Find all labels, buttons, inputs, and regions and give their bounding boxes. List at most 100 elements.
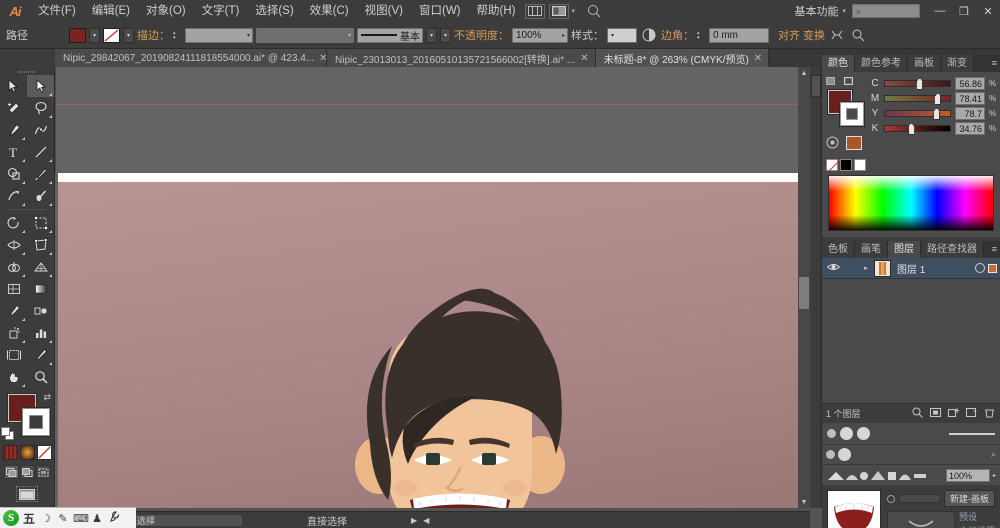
delete-layer-icon[interactable] <box>983 407 996 421</box>
panel-tab-layers[interactable]: 图层 <box>888 241 921 258</box>
draw-inside-button[interactable] <box>35 465 51 479</box>
preset-name-field[interactable] <box>899 494 940 503</box>
eyedropper-flyout-icon[interactable] <box>22 318 25 321</box>
stroke-profile-select[interactable]: ▾ <box>256 27 354 43</box>
brush-dot-1[interactable] <box>826 450 835 459</box>
preset-link[interactable]: 预设 <box>959 510 995 523</box>
shaper-flyout-icon[interactable] <box>22 203 25 206</box>
lasso-flyout-icon[interactable] <box>49 115 52 118</box>
slice-flyout-icon[interactable] <box>49 362 52 365</box>
symbol-preview-strip[interactable]: 100% ▸ <box>822 465 1000 485</box>
menu-view[interactable]: 视图(V) <box>357 0 411 22</box>
symbol-swatch-3[interactable] <box>857 427 870 440</box>
layer-expand-arrow-icon[interactable]: ▸ <box>861 264 871 272</box>
smile-artwork-thumbnail[interactable] <box>827 490 881 528</box>
column-graph-tool[interactable] <box>27 322 54 344</box>
ime-settings-icon[interactable] <box>107 511 121 525</box>
layer-selection-square-icon[interactable] <box>988 263 997 273</box>
color-panel-menu-icon[interactable]: ≡ <box>992 58 997 68</box>
sogou-logo-icon[interactable]: S <box>3 510 19 526</box>
panel-tab-color-guide[interactable]: 颜色参考 <box>855 55 908 72</box>
window-close-button[interactable]: ✕ <box>976 0 1000 22</box>
slider-value-y[interactable]: 78.7 <box>955 107 985 120</box>
panel-tab-brushes[interactable]: 画笔 <box>855 241 888 258</box>
opacity-chevron-icon[interactable]: ▸ <box>562 32 565 39</box>
symbol-zoom-chevron-icon[interactable]: ▸ <box>993 472 996 479</box>
swap-fill-stroke-icon[interactable]: ⇄ <box>43 392 51 403</box>
change-screen-mode-icon[interactable] <box>16 486 38 502</box>
stock-search-icon[interactable] <box>583 2 605 20</box>
rectangle-flyout-icon[interactable] <box>22 181 25 184</box>
symbol-sprayer-flyout-icon[interactable] <box>22 340 25 343</box>
color-spectrum-ramp[interactable] <box>828 175 994 231</box>
slider-track-y[interactable] <box>884 108 951 120</box>
doc-tab-2-close-icon[interactable]: ✕ <box>580 53 588 64</box>
curvature-tool[interactable] <box>27 119 54 141</box>
rotate-tool[interactable] <box>0 212 27 234</box>
arrange-documents-icon[interactable] <box>525 3 546 19</box>
eyedropper-tool[interactable] <box>0 300 27 322</box>
magic-wand-tool[interactable] <box>0 97 27 119</box>
width-flyout-icon[interactable] <box>22 252 25 255</box>
window-minimize-button[interactable]: — <box>928 0 952 22</box>
slider-value-k[interactable]: 34.76 <box>955 122 985 135</box>
type-tool[interactable]: T <box>0 141 27 163</box>
free-transform-flyout-icon[interactable] <box>49 252 52 255</box>
paintbrush-tool[interactable] <box>27 163 54 185</box>
line-segment-tool[interactable] <box>27 141 54 163</box>
align-label[interactable]: 对齐 <box>778 27 800 43</box>
doc-tab-1[interactable]: Nipic_29842067_20190824111818554000.ai* … <box>55 49 327 67</box>
layers-list-body[interactable] <box>822 279 1000 403</box>
workspace-selector-label[interactable]: 基本功能 <box>790 3 842 19</box>
artboard-tool[interactable] <box>0 344 27 366</box>
ime-pen-icon[interactable]: ✎ <box>56 512 70 525</box>
layer-row[interactable]: ▸ 图层 1 <box>822 258 1000 279</box>
workspace-chevron-down-icon[interactable]: ▾ <box>842 7 846 15</box>
width-tool[interactable] <box>0 234 27 256</box>
fill-swatch-chevron-icon[interactable]: ▾ <box>89 27 100 43</box>
direct-selection-tool[interactable] <box>27 75 54 97</box>
menu-window[interactable]: 窗口(W) <box>411 0 469 22</box>
color-panel-stroke-swatch[interactable] <box>839 101 865 127</box>
last-used-color-swatch[interactable] <box>846 136 862 150</box>
menu-file[interactable]: 文件(F) <box>30 0 84 22</box>
symbol-swatch-1[interactable] <box>827 429 836 438</box>
recolor-icon[interactable] <box>826 136 839 152</box>
panel-tab-gradient[interactable]: 渐变 <box>941 55 974 72</box>
blend-tool[interactable] <box>27 300 54 322</box>
collapsed-panel-strip[interactable] <box>810 67 822 508</box>
draw-normal-button[interactable] <box>3 465 19 479</box>
doc-tab-1-close-icon[interactable]: ✕ <box>319 53 326 64</box>
graph-flyout-icon[interactable] <box>49 340 52 343</box>
doc-tab-3-close-icon[interactable]: ✕ <box>754 53 762 64</box>
scroll-up-icon[interactable]: ▲ <box>798 67 810 79</box>
perspective-grid-tool[interactable] <box>27 256 54 278</box>
scale-flyout-icon[interactable] <box>49 230 52 233</box>
brush-dot-2[interactable] <box>838 448 851 461</box>
style-chevron-icon[interactable]: ▾ <box>611 32 614 39</box>
status-info-field[interactable]: 选择 <box>133 513 244 527</box>
scale-tool[interactable] <box>27 212 54 234</box>
shaper-tool[interactable] <box>0 185 27 207</box>
make-clipping-mask-icon[interactable] <box>929 407 942 421</box>
recolor-artwork-icon[interactable] <box>849 27 867 44</box>
menu-select[interactable]: 选择(S) <box>247 0 301 22</box>
gradient-fill-button[interactable] <box>19 445 35 460</box>
gradient-tool[interactable] <box>27 278 54 300</box>
slider-track-c[interactable] <box>884 78 951 90</box>
menu-help[interactable]: 帮助(H) <box>469 0 524 22</box>
pen-flyout-icon[interactable] <box>22 137 25 140</box>
layers-panel-menu-icon[interactable]: ≡ <box>992 244 997 254</box>
artboard-next-icon[interactable]: ▶ <box>411 516 417 525</box>
scroll-down-icon[interactable]: ▼ <box>798 496 810 508</box>
symbols-grid[interactable] <box>822 423 1000 445</box>
panel-tab-swatches[interactable]: 色板 <box>822 241 855 258</box>
menu-object[interactable]: 对象(O) <box>138 0 194 22</box>
doc-tab-2[interactable]: Nipic_23013013_20160510135721566002[转换].… <box>327 49 596 67</box>
zoom-tool[interactable] <box>27 366 54 388</box>
brush-definition-select[interactable]: 基本 <box>357 27 423 43</box>
symbol-line-swatch[interactable] <box>949 432 995 435</box>
direct-selection-flyout-icon[interactable] <box>49 93 52 96</box>
menu-effect[interactable]: 效果(C) <box>302 0 357 22</box>
ime-mode-label[interactable]: 五 <box>22 510 36 527</box>
